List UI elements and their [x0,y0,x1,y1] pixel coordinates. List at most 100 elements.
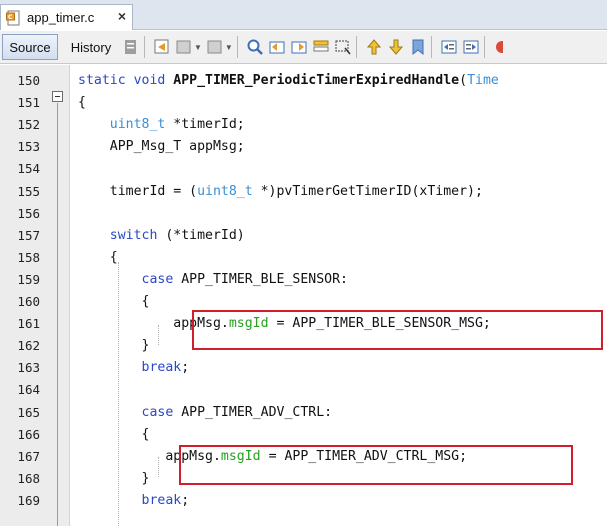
code-token: APP_TIMER_ADV_CTRL: [173,404,333,420]
code-token: timerId = ( [78,183,198,199]
code-token: { [78,95,86,111]
code-token: } [78,470,150,486]
code-token: case [141,271,174,287]
code-line[interactable]: } [78,335,150,356]
highlight-box-ble-sensor [192,310,603,350]
code-line[interactable]: static void APP_TIMER_PeriodicTimerExpir… [78,70,499,91]
find-next-icon[interactable] [290,38,308,56]
history-button[interactable]: History [64,34,118,60]
line-number: 156 [17,205,40,221]
back-icon[interactable] [153,38,171,56]
line-number: 168 [17,470,40,486]
code-line[interactable]: uint8_t *timerId; [78,114,245,135]
code-line[interactable]: { [78,424,150,445]
code-editor[interactable]: 150 151 152 153 154 155 156 157 158 159 160 161 162 1… [0,65,607,526]
code-line[interactable]: { [78,247,118,268]
next-bookmark-icon[interactable] [387,38,405,56]
toolbar-separator [144,36,145,58]
fold-collapse-icon[interactable] [52,91,63,102]
editor-toolbar: Source History ▼ ▼ [0,31,607,64]
chevron-down-icon[interactable]: ▼ [194,43,202,52]
close-icon[interactable]: × [118,8,126,24]
start-macro-recording-icon[interactable] [493,38,503,56]
line-number: 160 [17,294,40,309]
c-source-file-icon: C [6,10,22,26]
code-token: *)pvTimerGetTimerID(xTimer); [252,183,483,199]
toolbar-separator [355,36,357,58]
code-token: break [141,492,182,508]
code-line[interactable]: { [78,92,86,113]
editor-tab-bar: C app_timer.c × [0,0,607,30]
line-number: 166 [17,426,40,442]
code-line[interactable]: timerId = (uint8_t *)pvTimerGetTimerID(x… [78,181,483,202]
line-number: 164 [17,382,40,398]
toolbar-separator [430,36,432,58]
line-number: 154 [17,161,40,177]
highlight-box-adv-ctrl [179,445,573,485]
source-button[interactable]: Source [2,34,58,60]
code-token: { [78,294,150,309]
code-token: uint8_t [109,117,166,133]
svg-text:C: C [8,14,13,21]
code-line[interactable]: switch (*timerId) [78,225,245,246]
code-line[interactable]: APP_Msg_T appMsg; [78,136,245,157]
line-number: 155 [17,183,40,199]
code-token: Time [467,73,499,88]
code-token: ; [181,492,190,508]
tab-app-timer-c[interactable]: C app_timer.c × [0,4,133,30]
find-previous-icon[interactable] [268,38,286,56]
toolbar-separator [236,36,238,58]
code-token: } [78,338,150,354]
toggle-rectangular-selection-icon[interactable] [334,38,352,56]
code-line[interactable]: break; [78,357,190,378]
find-icon[interactable] [246,38,264,56]
line-number: 162 [17,338,40,354]
line-number: 151 [17,95,40,111]
last-edit-icon[interactable] [122,38,140,56]
code-token: APP_Msg_T appMsg; [78,139,245,155]
line-number: 152 [17,117,40,133]
code-line[interactable]: break; [78,490,190,511]
line-number: 150 [17,73,40,88]
line-number: 159 [17,271,40,287]
line-number: 163 [17,360,40,376]
code-token: { [78,249,118,265]
tab-label: app_timer.c [27,10,95,25]
toolbar-separator [483,36,485,58]
line-number: 161 [17,316,40,332]
fold-guide-line [57,103,58,526]
code-token: switch [109,227,158,243]
code-token: (*timerId) [157,227,245,243]
code-line[interactable]: case APP_TIMER_BLE_SENSOR: [78,269,348,290]
line-number: 169 [17,492,40,508]
code-token: APP_TIMER_BLE_SENSOR: [173,271,348,287]
code-token: ; [181,360,190,376]
line-number: 158 [17,249,40,265]
shift-line-right-icon[interactable] [462,38,480,56]
code-line[interactable]: case APP_TIMER_ADV_CTRL: [78,402,333,423]
chevron-down-icon[interactable]: ▼ [225,43,233,52]
code-line[interactable]: { [78,291,150,312]
line-number-gutter: 150 151 152 153 154 155 156 157 158 159 160 161 162 1… [0,65,70,526]
toggle-highlight-search-icon[interactable] [312,38,330,56]
shift-line-left-icon[interactable] [440,38,458,56]
line-number: 165 [17,404,40,420]
line-number: 153 [17,139,40,155]
code-token: APP_TIMER_PeriodicTimerExpiredHandle [173,73,460,88]
back-history-icon[interactable] [175,38,193,56]
code-token: void [133,73,174,88]
previous-bookmark-icon[interactable] [365,38,383,56]
code-token: ( [459,73,468,88]
code-line[interactable]: } [78,468,150,489]
forward-history-icon[interactable] [206,38,224,56]
toggle-bookmark-icon[interactable] [409,38,427,56]
code-token: static [78,73,134,88]
code-token: { [78,426,150,442]
line-number: 157 [17,227,40,243]
